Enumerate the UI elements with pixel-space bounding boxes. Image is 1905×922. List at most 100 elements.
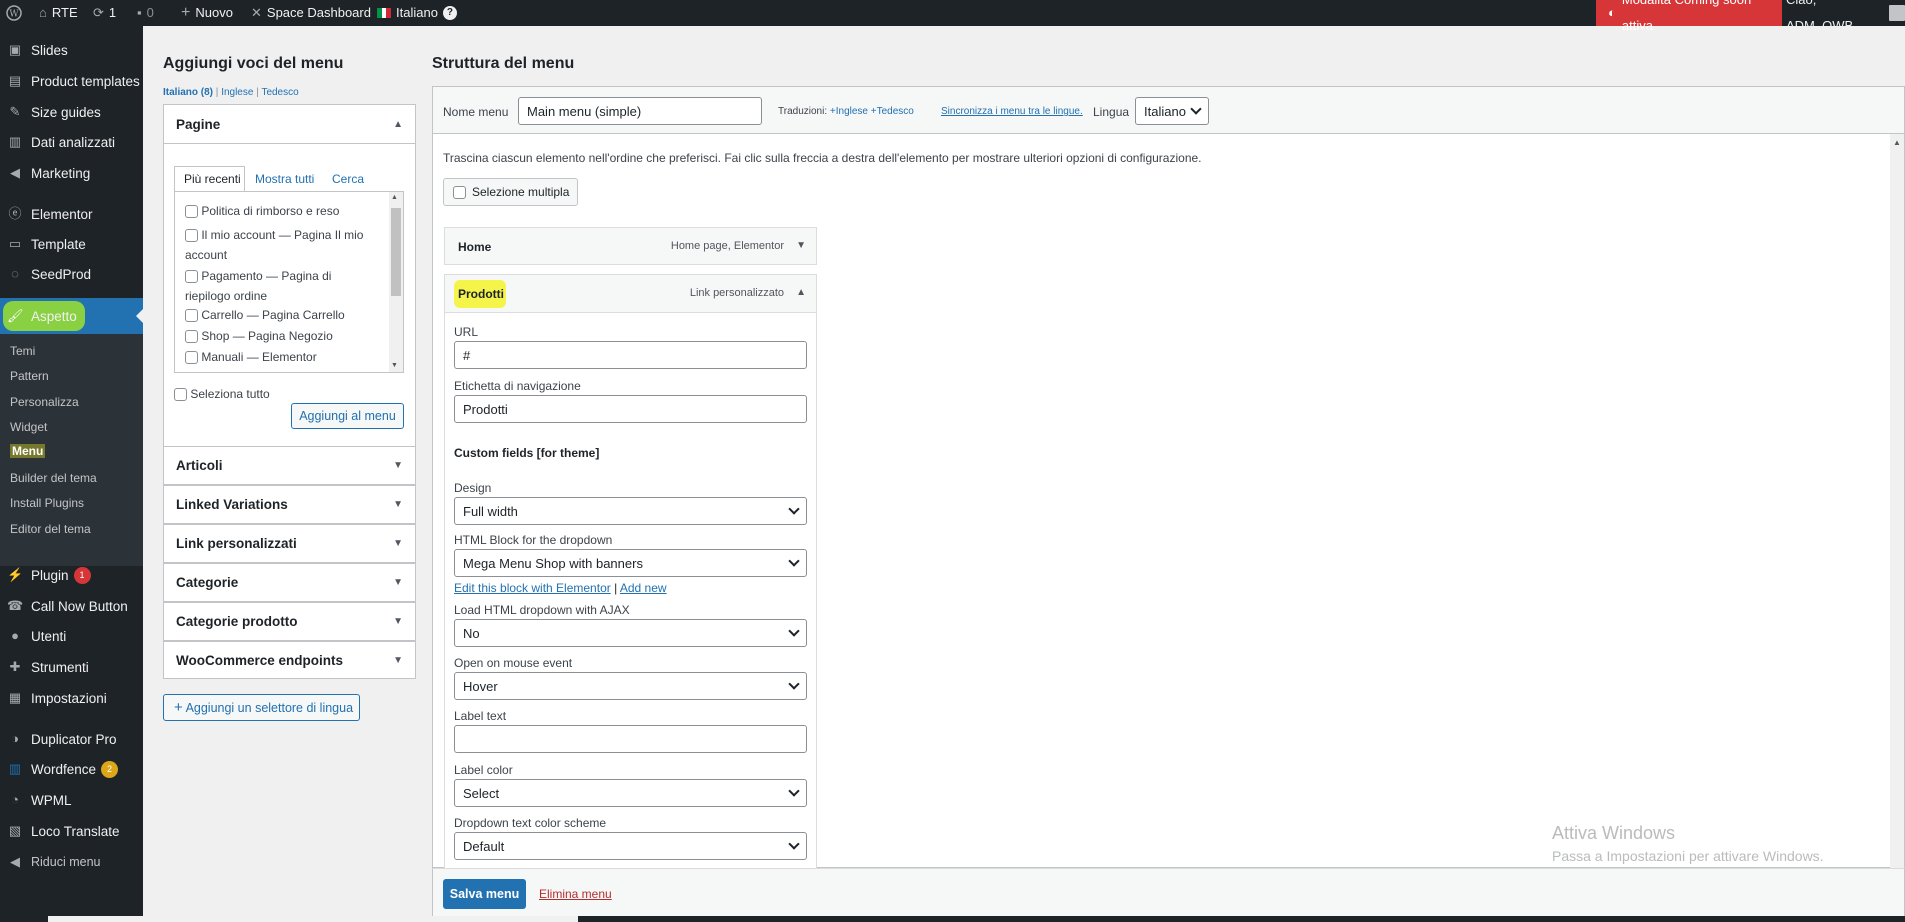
mouse-event-select[interactable]: Hover bbox=[454, 672, 807, 700]
menu-name-input[interactable]: Main menu (simple) bbox=[518, 97, 762, 125]
pagine-header[interactable]: Pagine ▲ bbox=[164, 105, 415, 144]
scroll-down-icon[interactable]: ▼ bbox=[391, 362, 398, 369]
add-language-selector-button[interactable]: + Aggiungi un selettore di lingua bbox=[163, 694, 360, 721]
site-name-link[interactable]: ⌂ RTE bbox=[39, 0, 78, 26]
delete-menu-link[interactable]: Elimina menu bbox=[539, 887, 612, 901]
sidebar-item-aspetto[interactable]: 🖌 Aspetto bbox=[0, 298, 143, 334]
sidebar-item-utenti[interactable]: ● Utenti bbox=[0, 624, 143, 648]
nav-label-input[interactable]: Prodotti bbox=[454, 395, 807, 423]
bulk-select-button[interactable]: Selezione multipla bbox=[443, 178, 578, 206]
color-scheme-select[interactable]: Default bbox=[454, 832, 807, 860]
page-checkbox[interactable] bbox=[185, 229, 198, 243]
list-item[interactable]: Politica di rimborso e reso bbox=[185, 204, 380, 219]
sidebar-item-dati-analizzati[interactable]: ▥ Dati analizzati bbox=[0, 130, 143, 154]
save-menu-button[interactable]: Salva menu bbox=[443, 879, 526, 909]
page-scrollbar[interactable]: ▲ bbox=[1890, 134, 1904, 868]
list-item[interactable]: Pagamento — Pagina di riepilogo ordine bbox=[185, 266, 380, 306]
expand-arrow-icon[interactable]: ▼ bbox=[796, 240, 806, 251]
wordpress-logo-icon[interactable]: W bbox=[6, 0, 22, 26]
sidebar-item-size-guides[interactable]: ✎ Size guides bbox=[0, 100, 143, 124]
page-checkbox[interactable] bbox=[185, 205, 198, 219]
sidebar-item-elementor[interactable]: ⓔ Elementor bbox=[0, 202, 143, 226]
submenu-item-temi[interactable]: Temi bbox=[10, 344, 35, 358]
submenu-item-builder[interactable]: Builder del tema bbox=[10, 471, 97, 485]
design-select[interactable]: Full width bbox=[454, 497, 807, 525]
add-new-link[interactable]: Add new bbox=[620, 581, 667, 595]
submenu-item-install-plugins[interactable]: Install Plugins bbox=[10, 496, 84, 510]
submenu-item-editor[interactable]: Editor del tema bbox=[10, 522, 91, 536]
list-item[interactable]: Manuali — Elementor bbox=[185, 350, 380, 365]
sidebar-item-impostazioni[interactable]: ▦ Impostazioni bbox=[0, 686, 143, 710]
list-item[interactable]: Carrello — Pagina Carrello bbox=[185, 308, 380, 323]
section-categorie[interactable]: Categorie ▼ bbox=[163, 563, 416, 602]
submenu-aspetto: Temi Pattern Personalizza Widget Menu Bu… bbox=[0, 334, 143, 566]
section-link-personalizzati[interactable]: Link personalizzati ▼ bbox=[163, 524, 416, 563]
scroll-up-icon[interactable]: ▲ bbox=[391, 194, 398, 201]
scroll-up-icon[interactable]: ▲ bbox=[1893, 138, 1901, 147]
select-all[interactable]: Seleziona tutto bbox=[174, 387, 270, 402]
tab-cerca[interactable]: Cerca bbox=[332, 172, 364, 186]
sidebar-item-template[interactable]: ▭ Template bbox=[0, 232, 143, 256]
sidebar-item-plugin[interactable]: ⚡ Plugin 1 bbox=[0, 563, 143, 587]
language-select[interactable]: Italiano bbox=[1135, 97, 1209, 125]
pages-scrollbar[interactable]: ▲ ▼ bbox=[389, 192, 403, 372]
space-dashboard-link[interactable]: ✕ Space Dashboard bbox=[251, 0, 371, 26]
sidebar-item-wpml[interactable]: ◔ WPML bbox=[0, 788, 143, 812]
coming-soon-badge[interactable]: ◐Modalità Coming soon attiva bbox=[1596, 0, 1782, 33]
translation-english-link[interactable]: +Inglese bbox=[830, 106, 868, 117]
bulk-select-checkbox[interactable] bbox=[453, 185, 466, 199]
translation-german-link[interactable]: +Tedesco bbox=[871, 106, 914, 117]
sidebar-item-call-now[interactable]: ☎ Call Now Button bbox=[0, 594, 143, 618]
sidebar-item-product-templates[interactable]: ▤ Product templates bbox=[0, 69, 143, 93]
select-all-checkbox[interactable] bbox=[174, 388, 187, 402]
tab-mostra-tutti[interactable]: Mostra tutti bbox=[255, 172, 314, 186]
menu-instructions: Trascina ciascun elemento nell'ordine ch… bbox=[443, 151, 1202, 165]
sidebar-item-duplicator[interactable]: ◑ Duplicator Pro bbox=[0, 727, 143, 751]
page-checkbox[interactable] bbox=[185, 330, 198, 344]
sync-menus-link[interactable]: Sincronizza i menu tra le lingue. bbox=[941, 106, 1083, 117]
label-color-select[interactable]: Select bbox=[454, 779, 807, 807]
sidebar-item-strumenti[interactable]: ✚ Strumenti bbox=[0, 655, 143, 679]
page-checkbox[interactable] bbox=[185, 270, 198, 284]
section-categorie-prodotto[interactable]: Categorie prodotto ▼ bbox=[163, 602, 416, 641]
submenu-item-personalizza[interactable]: Personalizza bbox=[10, 395, 79, 409]
updates-link[interactable]: ⟳ 1 bbox=[93, 0, 116, 26]
menu-item-home[interactable]: Home Home page, Elementor ▼ bbox=[444, 227, 817, 265]
section-articoli[interactable]: Articoli ▼ bbox=[163, 446, 416, 485]
page-checkbox[interactable] bbox=[185, 309, 198, 323]
html-block-select[interactable]: Mega Menu Shop with banners bbox=[454, 549, 807, 577]
add-to-menu-button[interactable]: Aggiungi al menu bbox=[291, 403, 404, 429]
sidebar-item-seedprod[interactable]: ◌ SeedProd bbox=[0, 262, 143, 286]
collapse-arrow-icon[interactable]: ▲ bbox=[796, 287, 806, 298]
sidebar-item-loco[interactable]: ▧ Loco Translate bbox=[0, 819, 143, 843]
edit-with-elementor-link[interactable]: Edit this block with Elementor bbox=[454, 581, 611, 595]
sidebar-item-wordfence[interactable]: ▥ Wordfence 2 bbox=[0, 757, 143, 781]
list-item[interactable]: Shop — Pagina Negozio bbox=[185, 329, 380, 344]
submenu-item-widget[interactable]: Widget bbox=[10, 420, 47, 434]
scroll-thumb[interactable] bbox=[391, 208, 401, 296]
section-woocommerce-endpoints[interactable]: WooCommerce endpoints ▼ bbox=[163, 641, 416, 679]
submenu-item-menu[interactable]: Menu bbox=[10, 444, 46, 458]
comments-link[interactable]: ▪ 0 bbox=[137, 0, 154, 26]
list-item[interactable]: Il mio account — Pagina Il mio account bbox=[185, 225, 380, 265]
new-content-link[interactable]: + Nuovo bbox=[181, 0, 233, 26]
sidebar-item-slides[interactable]: ▣ Slides bbox=[0, 38, 143, 62]
menu-item-prodotti-header[interactable]: Prodotti Link personalizzato ▲ bbox=[445, 275, 816, 313]
taskbar-segment bbox=[48, 916, 578, 922]
page-checkbox[interactable] bbox=[185, 351, 198, 365]
lang-filter-de[interactable]: Tedesco bbox=[261, 87, 298, 98]
ajax-select[interactable]: No bbox=[454, 619, 807, 647]
submenu-item-pattern[interactable]: Pattern bbox=[10, 369, 49, 383]
url-input[interactable]: # bbox=[454, 341, 807, 369]
account-menu[interactable]: Ciao, ADM_QWB bbox=[1786, 0, 1905, 33]
collapse-menu-button[interactable]: ◀ Riduci menu bbox=[0, 850, 143, 874]
section-linked-variations[interactable]: Linked Variations ▼ bbox=[163, 485, 416, 524]
menu-item-title: Prodotti bbox=[458, 287, 504, 301]
label-text-input[interactable] bbox=[454, 725, 807, 753]
admin-sidebar: ▣ Slides ▤ Product templates ✎ Size guides … bbox=[0, 26, 143, 922]
sidebar-item-marketing[interactable]: ◀ Marketing bbox=[0, 161, 143, 185]
lang-filter-it[interactable]: Italiano (8) bbox=[163, 87, 213, 98]
language-switcher[interactable]: Italiano ? bbox=[377, 0, 457, 26]
admin-bar: W ⌂ RTE ⟳ 1 ▪ 0 + Nuovo ✕ Space Dashboard Ita… bbox=[0, 0, 1905, 33]
lang-filter-en[interactable]: Inglese bbox=[221, 87, 253, 98]
